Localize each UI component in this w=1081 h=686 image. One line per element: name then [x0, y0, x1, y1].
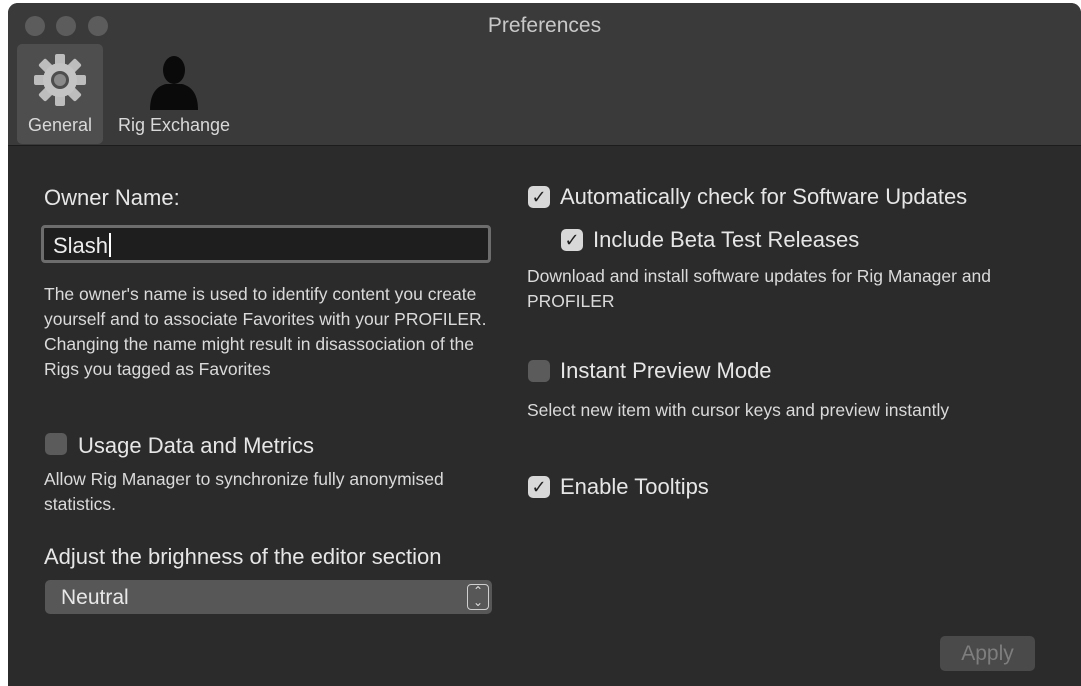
instant-preview-checkbox[interactable] [528, 360, 550, 382]
owner-name-value: Slash [53, 233, 109, 258]
brightness-selected-value: Neutral [61, 586, 129, 609]
tab-general[interactable]: General [17, 44, 103, 144]
window-title: Preferences [487, 14, 602, 37]
auto-update-label[interactable]: Automatically check for Software Updates [560, 184, 967, 210]
brightness-select[interactable]: Neutral ⌃ ⌄ [45, 580, 492, 614]
updates-description: Download and install software updates fo… [527, 266, 992, 311]
instant-preview-description: Select new item with cursor keys and pre… [527, 400, 950, 420]
owner-name-description: The owner's name is used to identify con… [44, 284, 487, 379]
instant-preview-label[interactable]: Instant Preview Mode [560, 358, 772, 384]
owner-name-field[interactable]: Slash [41, 225, 491, 263]
chevron-up-down-icon: ⌃ ⌄ [467, 584, 489, 610]
usage-data-label[interactable]: Usage Data and Metrics [78, 433, 314, 459]
auto-update-checkbox[interactable]: ✓ [528, 186, 550, 208]
tooltips-checkbox[interactable]: ✓ [528, 476, 550, 498]
tab-rig-exchange-label: Rig Exchange [117, 115, 231, 135]
beta-releases-label[interactable]: Include Beta Test Releases [593, 227, 859, 253]
brightness-label: Adjust the brighness of the editor secti… [44, 544, 442, 569]
apply-button[interactable]: Apply [940, 636, 1035, 671]
usage-data-description: Allow Rig Manager to synchronize fully a… [44, 469, 444, 514]
beta-releases-checkbox[interactable]: ✓ [561, 229, 583, 251]
tab-rig-exchange[interactable]: Rig Exchange [109, 44, 239, 144]
tooltips-label[interactable]: Enable Tooltips [560, 474, 709, 500]
tab-general-label: General [27, 115, 93, 135]
usage-data-checkbox[interactable] [45, 433, 67, 455]
text-caret [109, 233, 112, 257]
person-silhouette-icon [144, 50, 204, 115]
title-bar: Preferences General Rig Exchange [8, 3, 1081, 146]
gear-icon [30, 50, 90, 115]
preferences-window: Preferences General Rig Exchange Owner N… [8, 3, 1081, 686]
owner-name-label: Owner Name: [44, 185, 180, 210]
